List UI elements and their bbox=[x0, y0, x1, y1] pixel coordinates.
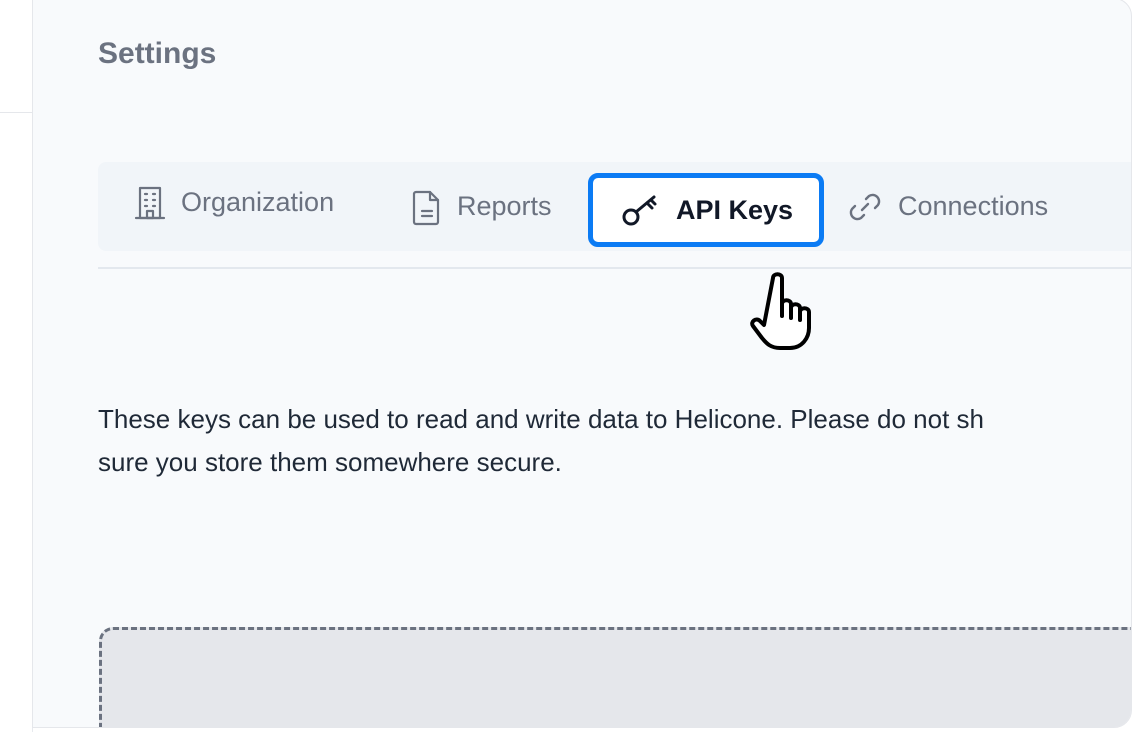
link-icon bbox=[846, 188, 884, 226]
document-icon bbox=[411, 188, 443, 226]
building-icon bbox=[133, 185, 167, 221]
tab-connections[interactable]: Connections bbox=[846, 162, 1048, 251]
api-keys-description: These keys can be used to read and write… bbox=[98, 398, 1131, 484]
description-line: These keys can be used to read and write… bbox=[98, 404, 984, 434]
tab-label: Reports bbox=[457, 191, 552, 221]
tab-underline bbox=[98, 267, 1131, 269]
tab-reports[interactable]: Reports bbox=[411, 162, 552, 251]
description-line: sure you store them somewhere secure. bbox=[98, 447, 562, 477]
hand-pointer-cursor-icon bbox=[740, 270, 832, 354]
key-icon bbox=[620, 192, 662, 228]
sidebar-divider bbox=[0, 112, 32, 113]
tab-organization[interactable]: Organization bbox=[133, 158, 334, 247]
tab-label: Organization bbox=[181, 187, 335, 217]
tab-api-keys[interactable]: API Keys bbox=[588, 173, 825, 247]
settings-tab-bar: Organization Reports API Keys Connection… bbox=[98, 162, 1131, 251]
settings-panel: Settings Organization Reports API Keys C… bbox=[32, 0, 1132, 728]
page-title: Settings bbox=[98, 37, 217, 70]
tab-label: API Keys bbox=[676, 194, 794, 225]
tab-label: Connections bbox=[898, 191, 1049, 221]
api-keys-empty-state[interactable] bbox=[99, 627, 1131, 727]
left-sidebar bbox=[0, 0, 33, 732]
